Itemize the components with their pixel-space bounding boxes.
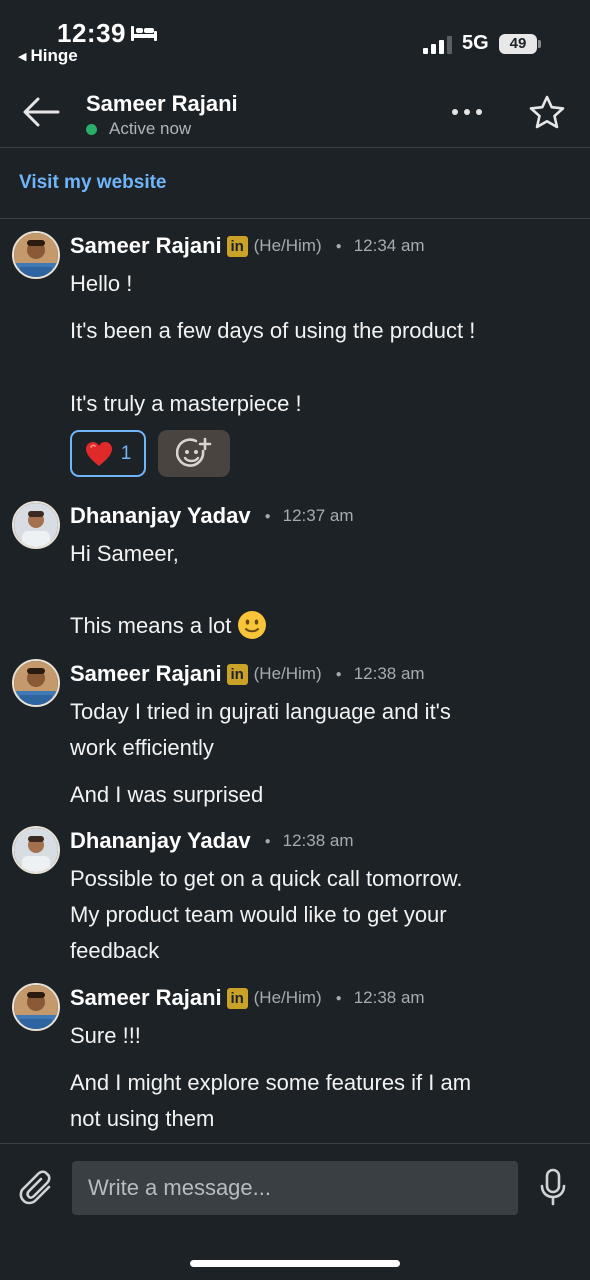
message-timestamp: 12:38 am [353,664,425,683]
linkedin-badge-icon: in [226,987,248,1009]
network-type: 5G [462,32,489,54]
message-text: It's truly a masterpiece ! [70,391,302,416]
slight-smile-emoji-icon [238,610,267,639]
message-text: My product team would like to get your [70,902,447,927]
pronouns: (He/Him) [253,236,322,255]
message-timestamp: 12:34 am [353,236,425,255]
chat-header: Sameer Rajani Active now [0,74,590,148]
sender-name[interactable]: Dhananjay Yadav [70,828,251,854]
separator-dot: ● [335,668,342,680]
message-text: Possible to get on a quick call tomorrow… [70,866,463,891]
avatar[interactable] [12,826,60,874]
microphone-icon[interactable] [539,1168,567,1206]
status-time: 12:39 [57,18,126,48]
add-emoji-icon [176,437,212,467]
message-text: Sure !!! [70,1023,141,1048]
sender-line: Sameer Rajani in (He/Him) ● 12:38 am [70,661,425,687]
sender-name[interactable]: Sameer Rajani [70,661,222,687]
sender-name[interactable]: Sameer Rajani [70,985,222,1011]
home-indicator [190,1260,400,1267]
message-text-with-emoji: This means a lot [70,610,267,640]
message-text: And I might explore some features if I a… [70,1070,472,1095]
avatar[interactable] [12,231,60,279]
online-dot-icon [86,123,97,135]
heart-icon [85,441,112,466]
message-text: not using them [70,1106,215,1131]
pronouns: (He/Him) [253,988,322,1007]
separator-dot: ● [264,510,271,522]
message-text: This means a lot [70,613,232,638]
linkedin-badge-icon: in [226,663,248,685]
message-text: It's been a few days of using the produc… [70,318,476,343]
message-text: Today I tried in gujrati language and it… [70,699,451,724]
message-text: work efficiently [70,735,214,760]
reaction-count: 1 [120,442,132,464]
message-timestamp: 12:37 am [282,506,354,525]
sender-line: Dhananjay Yadav ● 12:38 am [70,828,354,854]
back-triangle-icon: ◀ [18,50,27,63]
pronouns: (He/Him) [253,664,322,683]
star-icon[interactable] [528,94,566,130]
sender-name[interactable]: Dhananjay Yadav [70,503,251,529]
paperclip-icon[interactable] [18,1170,56,1208]
signal-icon [423,36,452,54]
back-arrow-icon[interactable] [22,96,60,128]
separator-dot: ● [335,992,342,1004]
back-app-label: Hinge [30,46,78,65]
message-text: feedback [70,938,160,963]
add-reaction-button[interactable] [158,430,230,477]
sender-line: Sameer Rajani in (He/Him) ● 12:34 am [70,233,425,259]
message-text: And I was surprised [70,782,264,807]
sender-name[interactable]: Sameer Rajani [70,233,222,259]
message-text: Hello ! [70,271,133,296]
heart-reaction-button[interactable]: 1 [70,430,146,477]
avatar[interactable] [12,501,60,549]
back-to-app-link[interactable]: ◀ Hinge [18,46,78,66]
avatar[interactable] [12,659,60,707]
presence-label: Active now [109,119,192,138]
battery-icon: 49 [499,34,541,54]
status-bar: 12:39 ◀ Hinge 5G 49 [0,0,590,74]
battery-level: 49 [499,34,537,54]
message-timestamp: 12:38 am [353,988,425,1007]
linkedin-badge-icon: in [226,235,248,257]
message-input[interactable] [72,1161,518,1215]
contact-name[interactable]: Sameer Rajani [86,91,238,117]
visit-website-link[interactable]: Visit my website [19,172,167,194]
separator-dot: ● [264,835,271,847]
message-text: Hi Sameer, [70,541,179,566]
separator-dot: ● [335,240,342,252]
presence-status: Active now [86,119,191,139]
message-timestamp: 12:38 am [282,831,354,850]
website-bar: Visit my website [0,148,590,219]
sender-line: Dhananjay Yadav ● 12:37 am [70,503,354,529]
message-composer [0,1143,590,1280]
more-icon[interactable] [450,100,484,124]
avatar[interactable] [12,983,60,1031]
bed-icon [131,26,157,41]
sender-line: Sameer Rajani in (He/Him) ● 12:38 am [70,985,425,1011]
